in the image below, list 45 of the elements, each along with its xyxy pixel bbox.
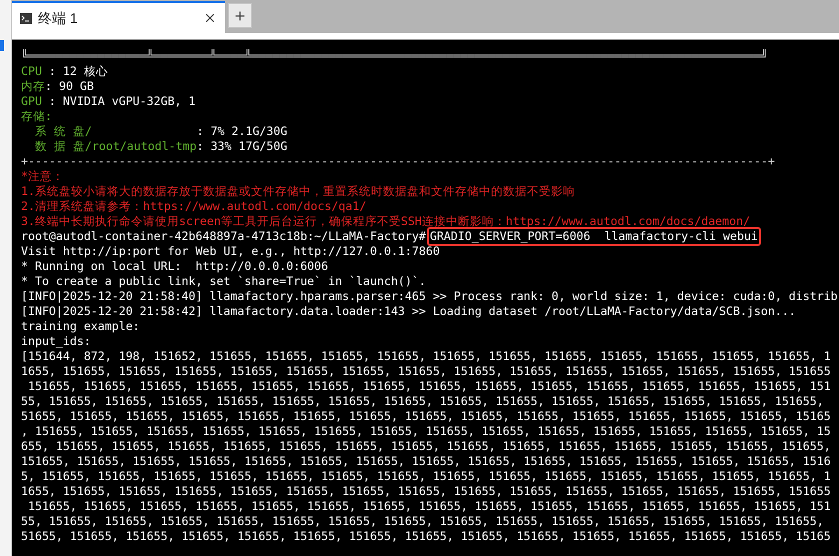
output-line: , 151655, 151655, 151655, 151655, 151655, 151655, 151655, 151655, 151655, 151655, 151655, 151655, 151655, 151655, 15 xyxy=(21,424,831,439)
notice-text: 1.系统盘较小请将大的数据存放于数据盘或文件存储中，重置系统时数据盘和文件存储中的数据不受影响 xyxy=(21,184,575,199)
info-label: GPU xyxy=(21,94,43,109)
separator-line: ╚═════════════════╩════════╩════╩═════════════════════════════════════════════════════════════════════════╝ xyxy=(21,49,769,64)
output-line: input_ids: xyxy=(21,334,91,349)
new-tab-button[interactable]: + xyxy=(228,3,252,28)
notice-text: 2.清理系统盘请参考：https://www.autodl.com/docs/qa1/ xyxy=(21,199,366,214)
info-label: 数 据 盘/root/autodl-tmp xyxy=(34,139,197,154)
output-line: 55, 151655, 151655, 151655, 151655, 151655, 151655, 151655, 151655, 151655, 151655, 151655, 151655, 151655, 151655, xyxy=(21,394,824,409)
info-label: 系 统 盘/ xyxy=(34,124,93,139)
info-label: 存储: xyxy=(21,109,52,124)
output-line: 51655, 151655, 151655, 151655, 151655, 151655, 151655, 151655, 151655, 151655, 151655, 151655, 151655, 151655, 15165 xyxy=(21,409,831,424)
output-line: * To create a public link, set `share=True` in `launch()`. xyxy=(21,274,426,289)
output-line: 51655, 151655, 151655, 151655, 151655, 151655, 151655, 151655, 151655, 151655, 151655, 151655, 151655, 151655, 15165 xyxy=(21,529,831,544)
output-line: 151655, 151655, 151655, 151655, 151655, 151655, 151655, 151655, 151655, 151655, 151655, 151655, 151655, 151655, 151 xyxy=(26,379,831,394)
info-value: : NVIDIA vGPU-32GB, 1 xyxy=(48,94,196,109)
output-line: [INFO|2025-12-20 21:58:42] llamafactory.data.loader:143 >> Loading dataset /root/LLaMA-Factory/data/SCB.json... xyxy=(21,304,796,319)
info-label: CPU xyxy=(21,64,43,79)
command-text: GRADIO_SERVER_PORT=6006 llamafactory-cli webui xyxy=(426,227,761,246)
output-line: training example: xyxy=(21,319,140,334)
output-line: 55, 151655, 151655, 151655, 151655, 151655, 151655, 151655, 151655, 151655, 151655, 151655, 151655, 151655, 151655, xyxy=(21,514,824,529)
output-line: 5, 151655, 151655, 151655, 151655, 151655, 151655, 151655, 151655, 151655, 151655, 151655, 151655, 151655, 151655, 1 xyxy=(21,469,831,484)
output-line: Visit http://ip:port for Web UI, e.g., http://127.0.0.1:7860 xyxy=(21,244,440,259)
output-line: 655, 151655, 151655, 151655, 151655, 151655, 151655, 151655, 151655, 151655, 151655, 151655, 151655, 151655, 151655, xyxy=(21,439,831,454)
output-line: 151655, 151655, 151655, 151655, 151655, 151655, 151655, 151655, 151655, 151655, 151655, 151655, 151655, 151655, 1516 xyxy=(21,454,831,469)
terminal-tab[interactable]: 终端 1 xyxy=(12,1,225,33)
notice-text: 3.终端中长期执行命令请使用screen等工具开后台运行，确保程序不受SSH连接中断影响：https://www.autodl.com/docs/daemon/ xyxy=(21,214,750,229)
info-value: : 7% 2.1G/30G xyxy=(196,124,288,139)
selection-marker xyxy=(0,40,4,51)
output-line: 1655, 151655, 151655, 151655, 151655, 151655, 151655, 151655, 151655, 151655, 151655, 151655, 151655, 151655, 151655 xyxy=(21,484,831,499)
notice-text: *注意： xyxy=(21,169,64,184)
output-line: [151644, 872, 198, 151652, 151655, 151655, 151655, 151655, 151655, 151655, 151655, 151655, 151655, 151655, 151655, 1 xyxy=(21,349,831,364)
output-line: 151655, 151655, 151655, 151655, 151655, 151655, 151655, 151655, 151655, 151655, 151655, 151655, 151655, 151655, 151 xyxy=(26,499,831,514)
separator-line: +----------------------------------------------------------------------------------------------------------+ xyxy=(21,154,776,169)
output-line: 1655, 151655, 151655, 151655, 151655, 151655, 151655, 151655, 151655, 151655, 151655, 151655, 151655, 151655, 151655 xyxy=(21,364,831,379)
info-value: : 33% 17G/50G xyxy=(196,139,288,154)
close-icon[interactable] xyxy=(203,11,217,25)
shell-prompt: root@autodl-container-42b648897a-4713c18b:~/LLaMA-Factory# xyxy=(21,229,426,244)
info-label: 内存 xyxy=(21,79,45,94)
output-line: * Running on local URL: http://0.0.0.0:6006 xyxy=(21,259,328,274)
output-line: [INFO|2025-12-20 21:58:40] llamafactory.hparams.parser:465 >> Process rank: 0, world size: 1, device: cuda:0, distrib xyxy=(21,289,838,304)
info-value: : 12 核心 xyxy=(48,64,108,79)
terminal-icon xyxy=(20,12,32,24)
tab-title: 终端 1 xyxy=(38,8,79,28)
info-value: : 90 GB xyxy=(45,79,94,94)
